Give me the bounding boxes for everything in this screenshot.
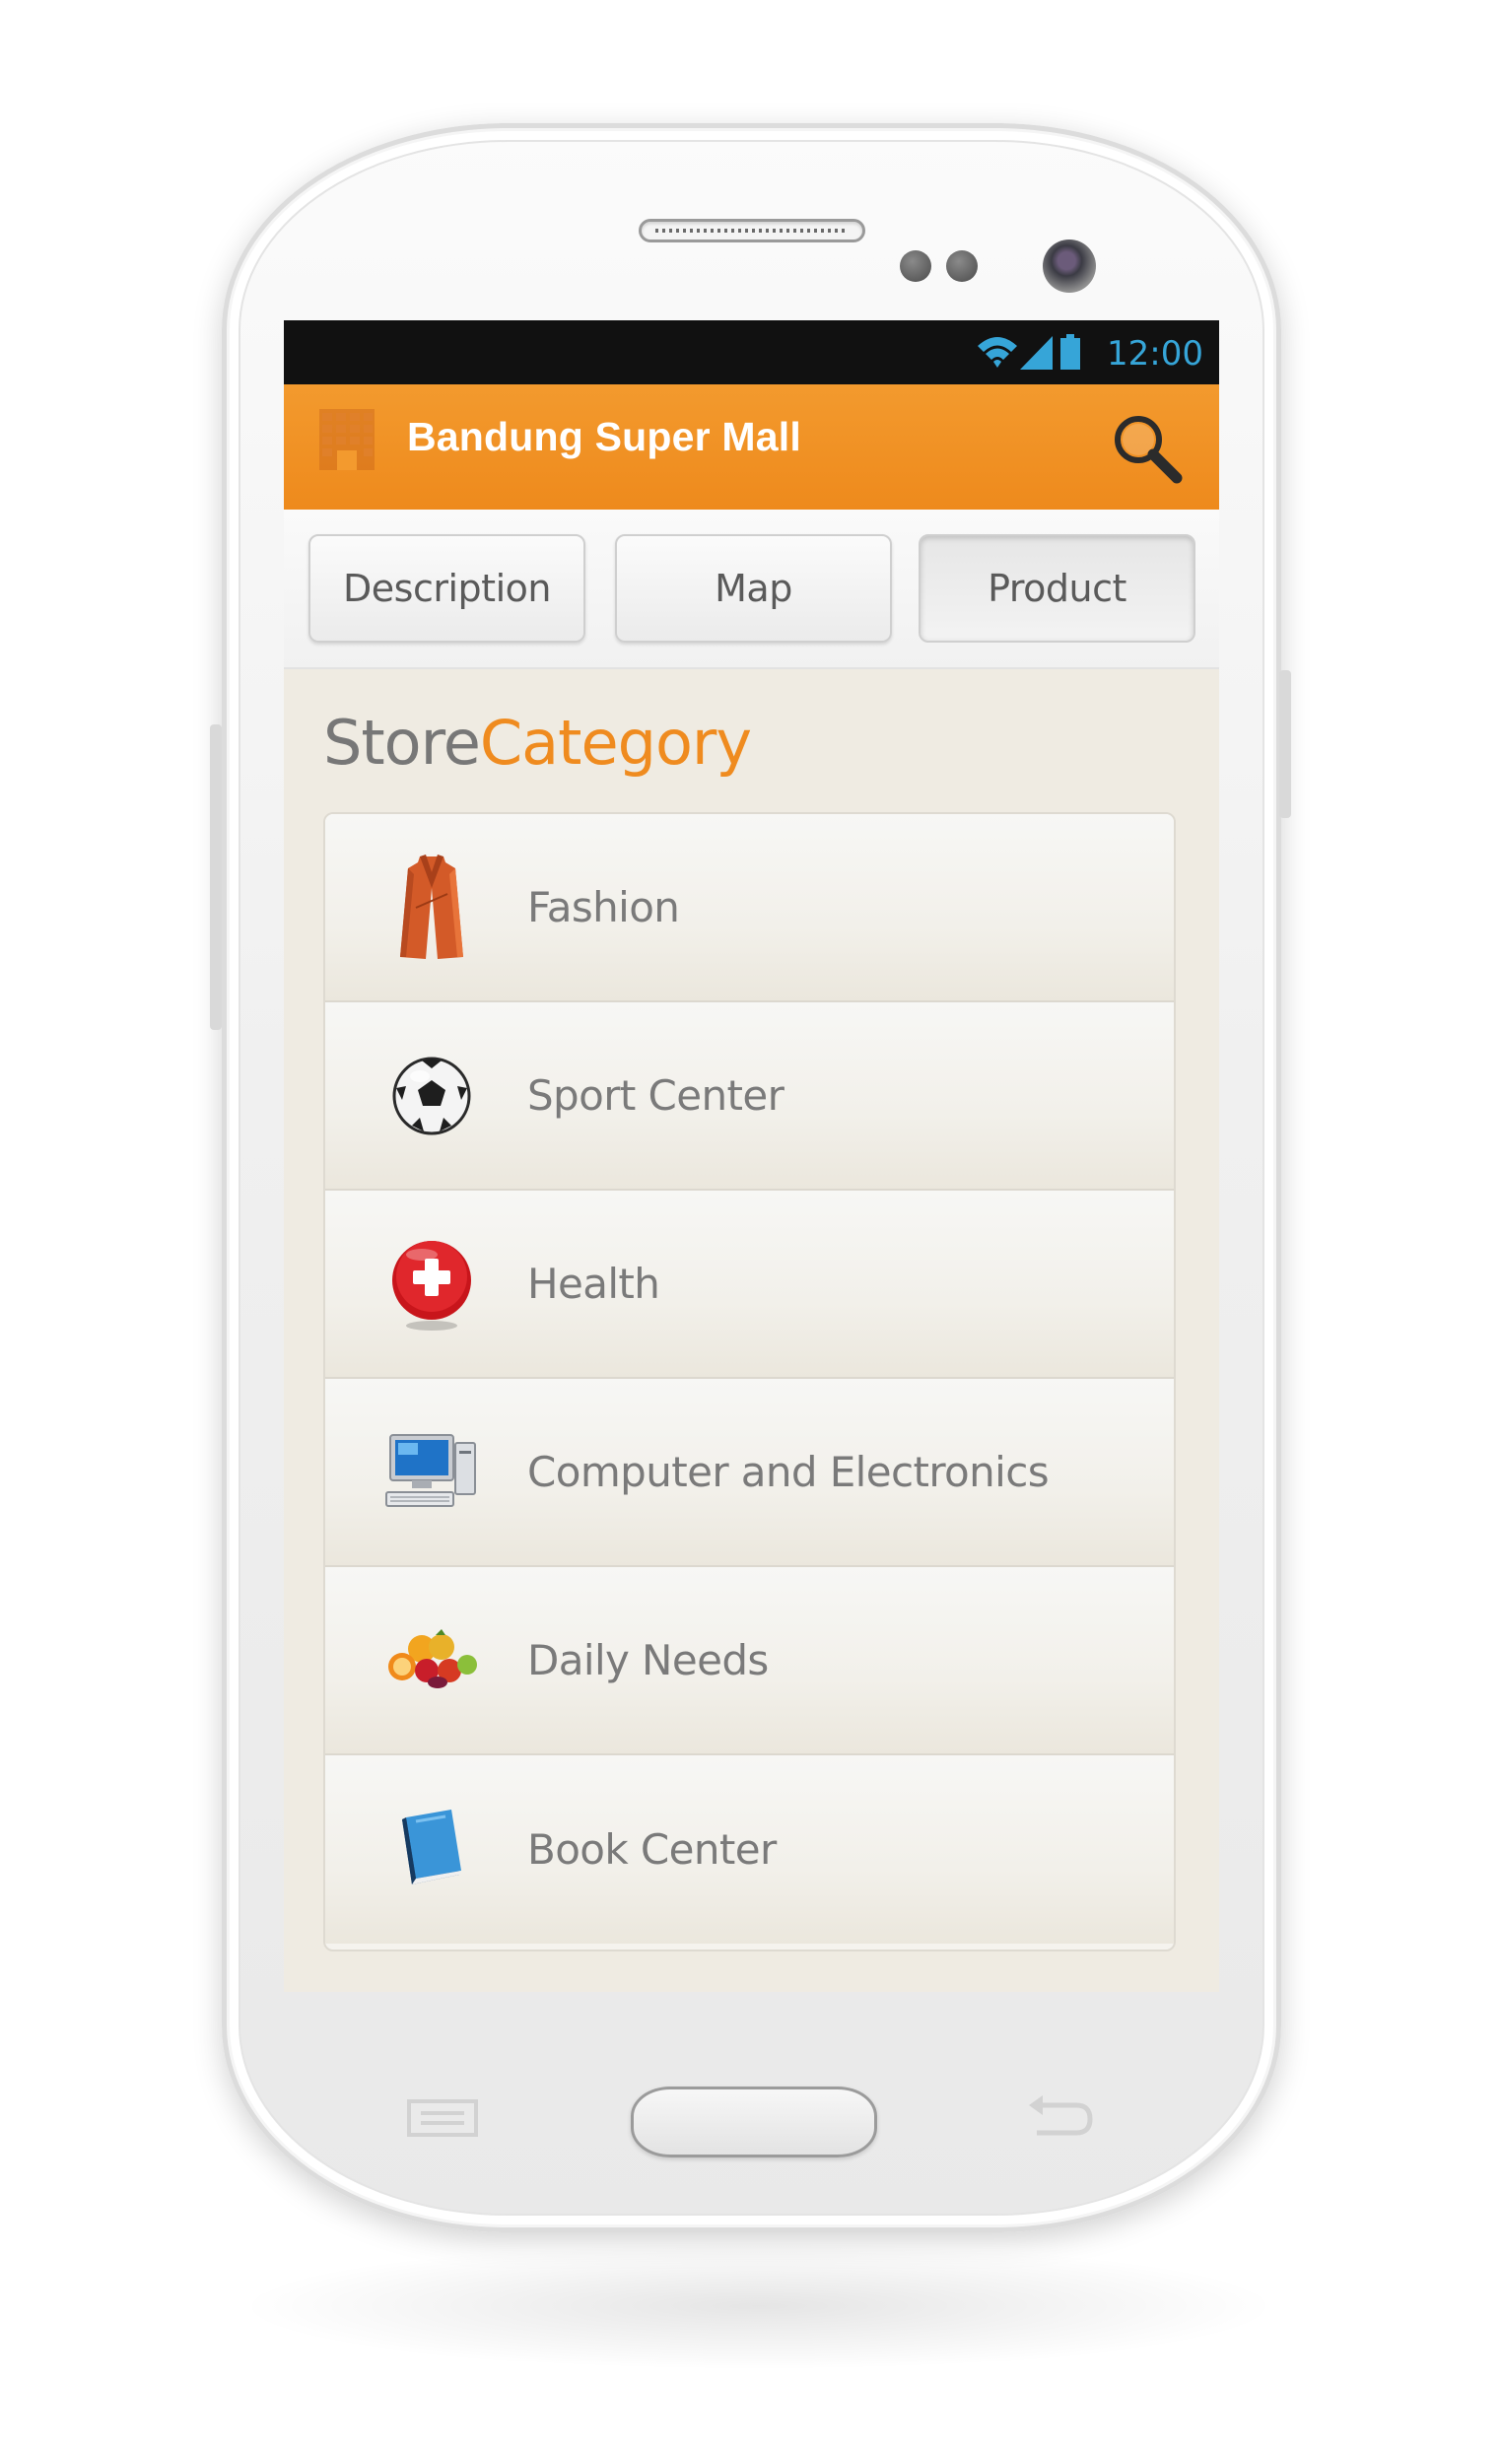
category-label: Computer and Electronics bbox=[527, 1448, 1050, 1496]
home-key[interactable] bbox=[631, 2087, 877, 2157]
health-cross-icon bbox=[392, 1241, 471, 1331]
signal-icon bbox=[1020, 336, 1053, 370]
mall-building-icon[interactable] bbox=[319, 409, 375, 470]
category-list: Fashion Sport Center Health Computer and… bbox=[323, 812, 1176, 1951]
proximity-sensor bbox=[900, 250, 931, 282]
light-sensor bbox=[946, 250, 978, 282]
book-icon bbox=[402, 1810, 461, 1884]
tab-label: Product bbox=[988, 567, 1126, 610]
volume-button bbox=[210, 724, 222, 1030]
category-label: Sport Center bbox=[527, 1071, 785, 1120]
power-button bbox=[1279, 670, 1291, 818]
soccer-ball-icon bbox=[392, 1057, 471, 1135]
section-title: StoreCategory bbox=[323, 707, 752, 779]
menu-key-icon[interactable] bbox=[407, 2099, 478, 2137]
category-item-book-center[interactable]: Book Center bbox=[325, 1755, 1174, 1944]
status-icons bbox=[978, 334, 1080, 370]
tab-map[interactable]: Map bbox=[615, 534, 892, 643]
category-item-computer-and-electronics[interactable]: Computer and Electronics bbox=[325, 1379, 1174, 1567]
back-key-icon[interactable] bbox=[1027, 2091, 1098, 2141]
status-bar: 12:00 bbox=[284, 320, 1219, 384]
fruits-icon bbox=[388, 1629, 477, 1688]
tab-product[interactable]: Product bbox=[919, 534, 1195, 643]
tab-description[interactable]: Description bbox=[308, 534, 585, 643]
category-label: Fashion bbox=[527, 883, 680, 931]
wifi-icon bbox=[978, 337, 1017, 368]
category-label: Health bbox=[527, 1260, 660, 1308]
battery-icon bbox=[1060, 334, 1080, 370]
section-title-part2: Category bbox=[479, 707, 752, 779]
app-title: Bandung Super Mall bbox=[407, 414, 801, 459]
category-label: Daily Needs bbox=[527, 1636, 769, 1684]
front-camera bbox=[1043, 240, 1096, 293]
phone-shadow bbox=[237, 2242, 1281, 2370]
tab-label: Description bbox=[343, 567, 551, 610]
tab-label: Map bbox=[715, 567, 792, 610]
search-icon[interactable] bbox=[1108, 409, 1187, 488]
content-area: StoreCategory Fashion Sport Center Healt… bbox=[284, 669, 1219, 1992]
tab-bar: Description Map Product bbox=[284, 510, 1219, 669]
action-bar: Bandung Super Mall bbox=[284, 384, 1219, 510]
coat-icon bbox=[400, 855, 463, 959]
section-title-part1: Store bbox=[323, 707, 481, 779]
category-item-daily-needs[interactable]: Daily Needs bbox=[325, 1567, 1174, 1755]
category-item-fashion[interactable]: Fashion bbox=[325, 814, 1174, 1002]
earpiece-speaker bbox=[639, 219, 865, 242]
category-label: Book Center bbox=[527, 1825, 777, 1874]
clock: 12:00 bbox=[1107, 334, 1203, 374]
category-item-sport-center[interactable]: Sport Center bbox=[325, 1002, 1174, 1191]
computer-icon bbox=[385, 1434, 476, 1507]
screen: 12:00 Bandung Super Mall Description Map bbox=[284, 320, 1219, 1992]
category-item-health[interactable]: Health bbox=[325, 1191, 1174, 1379]
